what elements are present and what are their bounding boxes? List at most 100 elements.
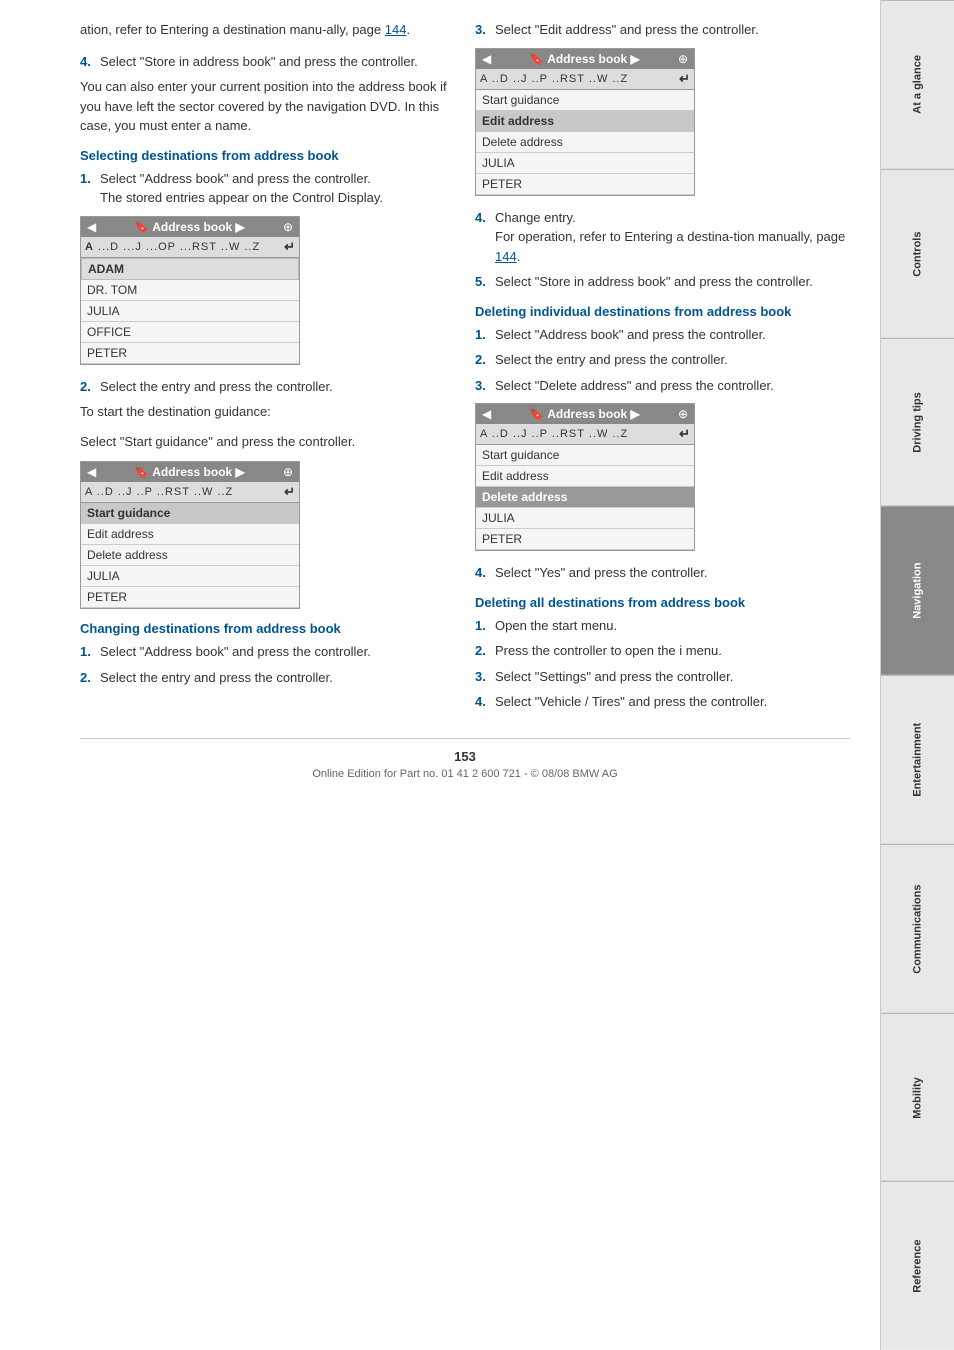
intro-item-4: 4. Select "Store in address book" and pr…: [80, 52, 455, 72]
ab1-back: ↵: [284, 239, 295, 255]
sidebar-tab-communications[interactable]: Communications: [881, 844, 954, 1013]
section-heading-del-individual: Deleting individual destinations from ad…: [475, 304, 850, 319]
ab2-title-bar: ◀ 🔖 Address book ▶ ⊕: [81, 462, 299, 482]
ab3-alpha: A ..D ..J ..P ..RST ..W ..Z: [480, 73, 628, 85]
ab2-alpha: A ..D ..J ..P ..RST ..W ..Z: [85, 486, 233, 498]
changing-item2-text: Select the entry and press the controlle…: [100, 668, 455, 688]
left-column: ation, refer to Entering a destination m…: [80, 20, 455, 718]
ab1-item-OFFICE[interactable]: OFFICE: [81, 322, 299, 343]
right-item5-text: Select "Store in address book" and press…: [495, 272, 850, 292]
num-3-del-ind: 3.: [475, 376, 495, 396]
del-all-item4-text: Select "Vehicle / Tires" and press the c…: [495, 692, 850, 712]
page-number: 153: [80, 749, 850, 764]
ab2-item-julia[interactable]: JULIA: [81, 566, 299, 587]
page-link-144-intro[interactable]: 144: [385, 22, 407, 37]
right-item4b-text: For operation, refer to Entering a desti…: [495, 229, 845, 244]
ab3-corner-icon: ⊕: [678, 52, 688, 66]
num-3-right: 3.: [475, 20, 495, 40]
ab4-item-edit[interactable]: Edit address: [476, 466, 694, 487]
selecting-item-1: 1. Select "Address book" and press the c…: [80, 169, 455, 208]
ab2-nav-row: A ..D ..J ..P ..RST ..W ..Z ↵: [81, 482, 299, 503]
ab1-alpha: A ...D ...J ...OP ...RST ..W ..Z: [85, 241, 260, 253]
ab1-item-DRTOM[interactable]: DR. TOM: [81, 280, 299, 301]
sidebar-tab-navigation[interactable]: Navigation: [881, 506, 954, 675]
del-ind-item3-text: Select "Delete address" and press the co…: [495, 376, 850, 396]
ab4-corner-icon: ⊕: [678, 407, 688, 421]
page-footer: 153 Online Edition for Part no. 01 41 2 …: [80, 738, 850, 780]
ab3-item-peter[interactable]: PETER: [476, 174, 694, 195]
selecting-item3b-text: Select "Start guidance" and press the co…: [80, 432, 455, 452]
ab2-item-peter[interactable]: PETER: [81, 587, 299, 608]
ab2-item-start[interactable]: Start guidance: [81, 503, 299, 524]
ab4-item-peter[interactable]: PETER: [476, 529, 694, 550]
ab1-left-arrow: ◀: [87, 220, 96, 234]
selecting-item3-text: To start the destination guidance:: [80, 402, 455, 422]
num-1-chg: 1.: [80, 642, 100, 662]
right-item4c-text: .: [517, 249, 521, 264]
num-2-sel: 2.: [80, 377, 100, 397]
main-content: ation, refer to Entering a destination m…: [0, 0, 880, 1350]
num-1-sel: 1.: [80, 169, 100, 208]
ab3-item-start[interactable]: Start guidance: [476, 90, 694, 111]
num-4-del-all: 4.: [475, 692, 495, 712]
sidebar-tab-mobility[interactable]: Mobility: [881, 1013, 954, 1182]
ab2-back: ↵: [284, 484, 295, 500]
ab1-corner-icon: ⊕: [283, 220, 293, 234]
ab4-item-delete[interactable]: Delete address: [476, 487, 694, 508]
ab1-item-JULIA[interactable]: JULIA: [81, 301, 299, 322]
ab3-item-delete[interactable]: Delete address: [476, 132, 694, 153]
address-book-widget-1: ◀ 🔖 Address book ▶ ⊕ A ...D ...J ...OP .…: [80, 216, 300, 365]
intro-text-1b: .: [406, 22, 410, 37]
ab3-item-julia[interactable]: JULIA: [476, 153, 694, 174]
ab2-title: 🔖 Address book ▶: [96, 465, 283, 479]
ab4-alpha: A ..D ..J ..P ..RST ..W ..Z: [480, 428, 628, 440]
changing-item-2: 2. Select the entry and press the contro…: [80, 668, 455, 688]
ab2-item-edit[interactable]: Edit address: [81, 524, 299, 545]
ab3-item-edit[interactable]: Edit address: [476, 111, 694, 132]
selecting-item1b-text: The stored entries appear on the Control…: [100, 190, 383, 205]
ab4-item-julia[interactable]: JULIA: [476, 508, 694, 529]
ab4-back: ↵: [679, 426, 690, 442]
del-ind-item1-text: Select "Address book" and press the cont…: [495, 325, 850, 345]
page-link-144-right[interactable]: 144: [495, 249, 517, 264]
address-book-widget-4: ◀ 🔖 Address book ▶ ⊕ A ..D ..J ..P ..RST…: [475, 403, 695, 551]
num-5-right: 5.: [475, 272, 495, 292]
sidebar-tab-reference[interactable]: Reference: [881, 1181, 954, 1350]
del-ind-item-1: 1. Select "Address book" and press the c…: [475, 325, 850, 345]
del-all-item-4: 4. Select "Vehicle / Tires" and press th…: [475, 692, 850, 712]
ab1-nav-row: A ...D ...J ...OP ...RST ..W ..Z ↵: [81, 237, 299, 258]
right-item-4: 4. Change entry. For operation, refer to…: [475, 208, 850, 267]
del-ind-item-3: 3. Select "Delete address" and press the…: [475, 376, 850, 396]
del-ind-item-4: 4. Select "Yes" and press the controller…: [475, 563, 850, 583]
sidebar-tab-controls[interactable]: Controls: [881, 169, 954, 338]
right-column: 3. Select "Edit address" and press the c…: [475, 20, 850, 718]
ab3-nav-row: A ..D ..J ..P ..RST ..W ..Z ↵: [476, 69, 694, 90]
address-book-widget-2: ◀ 🔖 Address book ▶ ⊕ A ..D ..J ..P ..RST…: [80, 461, 300, 609]
num-4-del-ind: 4.: [475, 563, 495, 583]
del-all-item-1: 1. Open the start menu.: [475, 616, 850, 636]
ab4-title: 🔖 Address book ▶: [491, 407, 678, 421]
ab2-corner-icon: ⊕: [283, 465, 293, 479]
ab4-item-start[interactable]: Start guidance: [476, 445, 694, 466]
sidebar-tab-at-a-glance[interactable]: At a glance: [881, 0, 954, 169]
ab3-title-bar: ◀ 🔖 Address book ▶ ⊕: [476, 49, 694, 69]
intro-body: You can also enter your current position…: [80, 77, 455, 136]
ab2-item-delete[interactable]: Delete address: [81, 545, 299, 566]
num-2-del-all: 2.: [475, 641, 495, 661]
sidebar-tab-entertainment[interactable]: Entertainment: [881, 675, 954, 844]
ab1-item-PETER[interactable]: PETER: [81, 343, 299, 364]
ab1-item-ADAM[interactable]: ADAM: [81, 258, 299, 280]
changing-item1-text: Select "Address book" and press the cont…: [100, 642, 455, 662]
del-all-item-3: 3. Select "Settings" and press the contr…: [475, 667, 850, 687]
right-item-3: 3. Select "Edit address" and press the c…: [475, 20, 850, 40]
intro-text: ation, refer to Entering a destination m…: [80, 20, 455, 40]
num-3-del-all: 3.: [475, 667, 495, 687]
del-ind-item4-text: Select "Yes" and press the controller.: [495, 563, 850, 583]
num-2-del-ind: 2.: [475, 350, 495, 370]
num-1-del-all: 1.: [475, 616, 495, 636]
del-all-item1-text: Open the start menu.: [495, 616, 850, 636]
del-all-item2-text: Press the controller to open the i menu.: [495, 641, 850, 661]
sidebar-tab-driving-tips[interactable]: Driving tips: [881, 338, 954, 507]
num-4-intro: 4.: [80, 52, 100, 72]
ab3-back: ↵: [679, 71, 690, 87]
